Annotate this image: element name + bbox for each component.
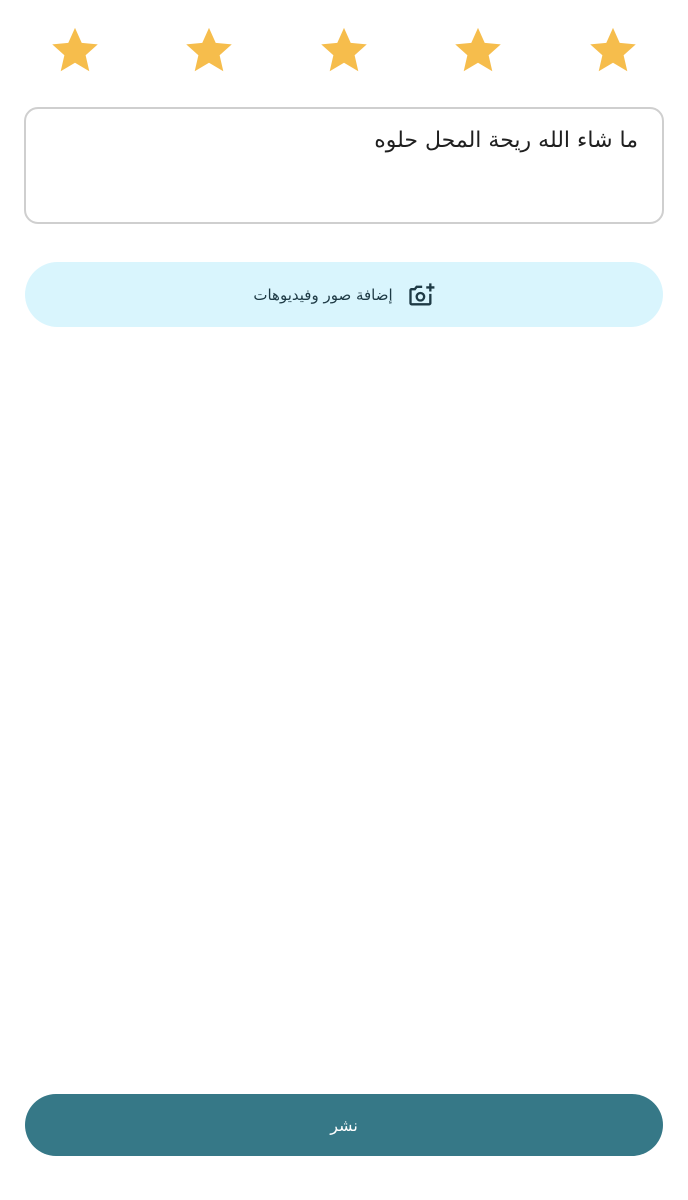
add-photos-videos-button[interactable]: إضافة صور وفيديوهات <box>25 262 663 327</box>
star-3-icon[interactable] <box>318 24 370 76</box>
star-2-icon[interactable] <box>183 24 235 76</box>
star-1-icon[interactable] <box>49 24 101 76</box>
review-text-field[interactable]: ما شاء الله ريحة المحل حلوه <box>24 107 664 224</box>
review-text: ما شاء الله ريحة المحل حلوه <box>374 128 638 153</box>
publish-button[interactable]: نشر <box>25 1094 663 1156</box>
star-rating <box>0 24 688 80</box>
add-photos-videos-label: إضافة صور وفيديوهات <box>253 285 393 304</box>
star-4-icon[interactable] <box>452 24 504 76</box>
add-photo-camera-icon <box>408 282 435 305</box>
publish-label: نشر <box>330 1115 358 1135</box>
review-page: ما شاء الله ريحة المحل حلوه إضافة صور وف… <box>0 0 688 1200</box>
star-5-icon[interactable] <box>587 24 639 76</box>
